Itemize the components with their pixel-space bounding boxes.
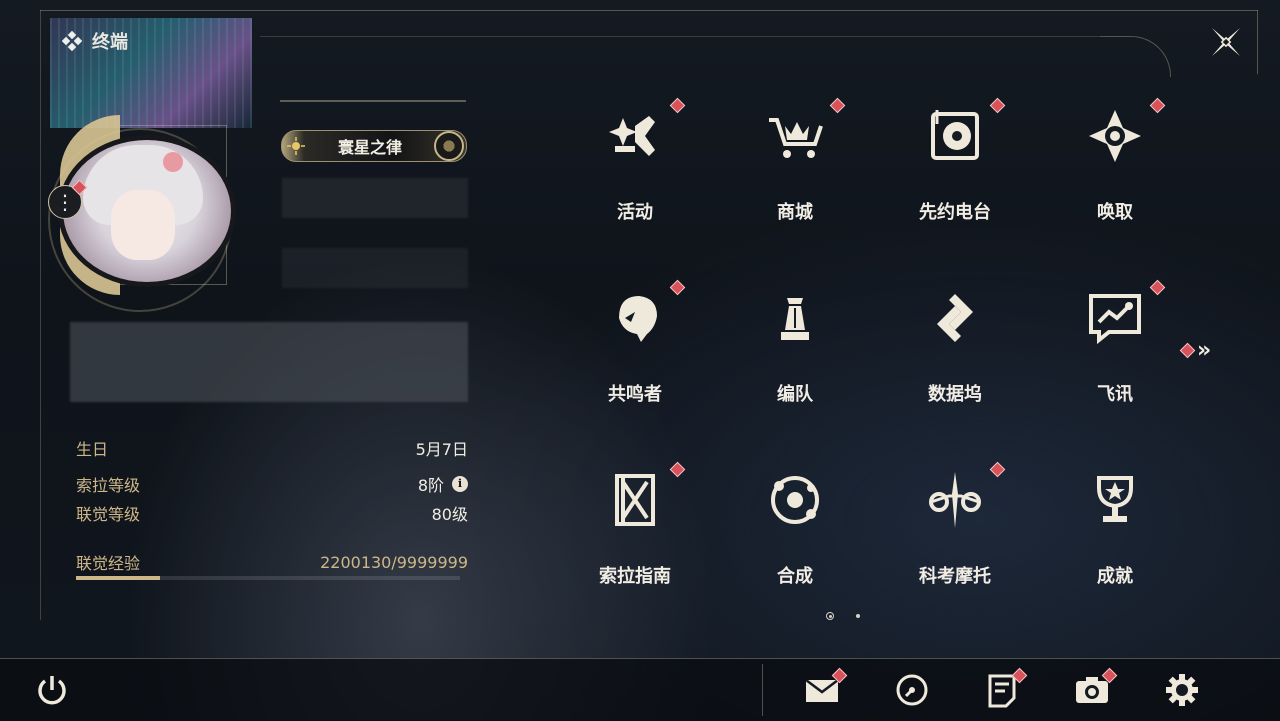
menu-item-label: 合成: [777, 566, 813, 587]
avatar-face: [111, 190, 175, 260]
diamond-cluster-icon: [62, 31, 82, 51]
frame-inner-line: [260, 36, 1100, 37]
notice-button[interactable]: [984, 667, 1028, 708]
radio-record-icon: [931, 110, 979, 160]
menu-item-label: 商城: [777, 202, 813, 223]
menu-item-achievement[interactable]: 成就: [1040, 452, 1190, 612]
info-value: 8阶 i: [418, 472, 468, 496]
page-dot-active[interactable]: [826, 612, 834, 620]
menu-item-label: 活动: [617, 202, 653, 223]
experience-progress-fill: [76, 576, 161, 580]
menu-item-label: 编队: [777, 384, 813, 405]
blurred-name: [282, 178, 468, 218]
experience-value: 2200130/9999999: [320, 552, 468, 572]
title-badge[interactable]: 寰星之律: [281, 130, 467, 162]
guide-book-icon: [615, 474, 655, 526]
menu-item-shop[interactable]: 商城: [720, 88, 870, 248]
menu-grid: 活动 商城 先约电台 唤取 共鸣者 编队 数据坞 飞讯 索拉指南 合成 科考摩托…: [560, 88, 1200, 634]
power-icon[interactable]: [34, 672, 70, 708]
more-vertical-icon: ⋮: [55, 190, 75, 214]
close-icon[interactable]: [1206, 22, 1246, 62]
menu-item-radio[interactable]: 先约电台: [880, 88, 1030, 248]
menu-item-motorbike[interactable]: 科考摩托: [880, 452, 1030, 612]
sun-star-icon: [287, 137, 305, 155]
menu-item-synthesis[interactable]: 合成: [720, 452, 870, 612]
info-row-sola-level: 索拉等级 8阶 i: [76, 472, 468, 496]
data-dock-icon: [937, 294, 973, 342]
notification-dot: [829, 97, 846, 114]
motorbike-icon: [929, 472, 981, 528]
bottom-bar-separator: [762, 664, 763, 716]
page-title: 终端: [92, 32, 128, 53]
settings-button[interactable]: [1164, 672, 1200, 708]
menu-item-activity[interactable]: 活动: [560, 88, 710, 248]
menu-item-summon[interactable]: 唤取: [1040, 88, 1190, 248]
summon-compass-icon: [1089, 110, 1141, 162]
title-emblem-icon: [434, 131, 464, 161]
union-level-value: 80级: [431, 505, 468, 524]
avatar-flower: [163, 152, 183, 172]
info-icon[interactable]: i: [452, 476, 468, 492]
double-chevron-right-icon: »: [1197, 337, 1212, 363]
birthday-value: 5月7日: [415, 440, 468, 459]
team-chess-icon: [781, 298, 809, 340]
info-row-union-level: 联觉等级 80级: [76, 501, 468, 525]
info-label: 联觉经验: [76, 554, 141, 573]
title-divider: [280, 100, 466, 102]
info-value: 5月7日: [416, 436, 468, 460]
menu-item-label: 唤取: [1097, 202, 1133, 223]
page-indicator: [826, 612, 860, 620]
shop-cart-icon: [769, 118, 823, 158]
info-row-experience: 联觉经验 2200130/9999999: [76, 550, 468, 574]
frame-right-line: [1257, 10, 1258, 74]
resonator-head-icon: [619, 296, 657, 342]
avatar[interactable]: [58, 135, 236, 287]
page-dot[interactable]: [856, 614, 860, 618]
menu-item-messages[interactable]: 飞讯: [1040, 270, 1190, 430]
sola-level-value: 8阶: [417, 476, 444, 495]
menu-item-label: 共鸣者: [608, 384, 662, 405]
notification-dot: [1149, 97, 1166, 114]
synthesis-orbit-icon: [771, 476, 819, 524]
info-label: 生日: [76, 440, 109, 459]
frame-corner-arc: [1100, 36, 1171, 77]
clock-button[interactable]: [894, 672, 930, 708]
info-row-birthday: 生日 5月7日: [76, 436, 468, 460]
frame-top-line: [40, 10, 1258, 11]
menu-item-label: 科考摩托: [919, 566, 991, 587]
notification-dot: [669, 461, 686, 478]
notification-dot: [1179, 342, 1196, 358]
title-badge-label: 寰星之律: [337, 138, 402, 157]
activity-sparkle-icon: [609, 116, 655, 156]
menu-item-guide[interactable]: 索拉指南: [560, 452, 710, 612]
experience-progress-bar: [76, 576, 460, 580]
notification-dot: [989, 461, 1006, 478]
menu-item-label: 飞讯: [1097, 384, 1133, 405]
menu-item-label: 成就: [1097, 566, 1133, 587]
notification-dot: [1149, 279, 1166, 296]
message-chat-icon: [1089, 294, 1141, 345]
menu-item-label: 先约电台: [919, 202, 991, 223]
menu-item-label: 数据坞: [928, 384, 982, 405]
info-label: 索拉等级: [76, 476, 141, 495]
trophy-icon: [1097, 476, 1133, 522]
clock-icon: [896, 674, 928, 706]
menu-item-team[interactable]: 编队: [720, 270, 870, 430]
notification-dot: [989, 97, 1006, 114]
blurred-signature: [70, 322, 468, 402]
camera-button[interactable]: [1074, 667, 1118, 708]
notification-dot: [669, 97, 686, 114]
menu-item-label: 索拉指南: [599, 566, 671, 587]
mail-button[interactable]: [804, 667, 848, 708]
info-label: 联觉等级: [76, 505, 141, 524]
info-value: 80级: [432, 501, 468, 525]
menu-item-resonator[interactable]: 共鸣者: [560, 270, 710, 430]
menu-item-data-dock[interactable]: 数据坞: [880, 270, 1030, 430]
terminal-header: 终端: [62, 28, 128, 54]
frame-left-line: [40, 10, 41, 620]
settings-gear-icon: [1166, 674, 1198, 706]
blurred-id: [282, 248, 468, 288]
notification-dot: [669, 279, 686, 296]
next-page-button[interactable]: »: [1179, 337, 1222, 363]
